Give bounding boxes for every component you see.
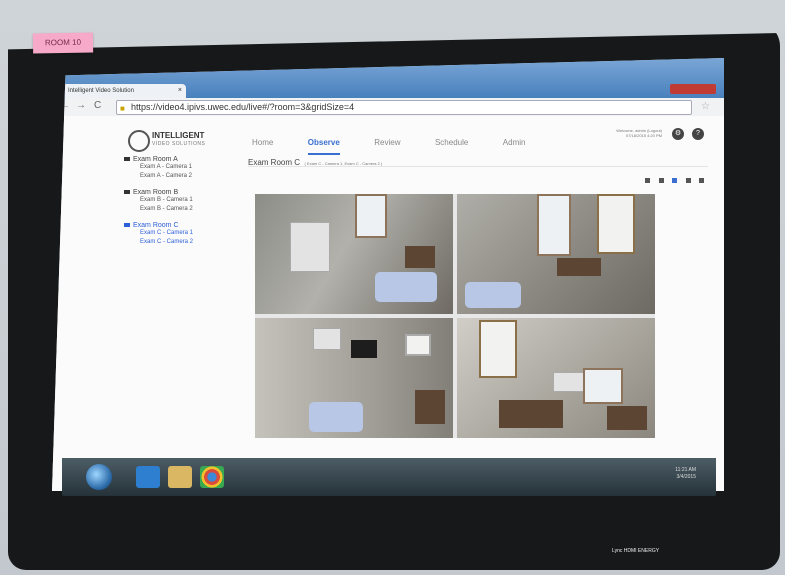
camera-item[interactable]: Exam C - Camera 2 bbox=[124, 238, 234, 247]
cabinet bbox=[607, 406, 647, 430]
page-subtitle: ( Exam C - Camera 1, Exam C - Camera 2 ) bbox=[304, 161, 383, 166]
camera-item[interactable]: Exam B - Camera 1 bbox=[124, 196, 234, 205]
cabinet bbox=[415, 390, 445, 424]
bezel-labels: Lync HDMI ENERGY bbox=[612, 548, 660, 554]
room-window bbox=[537, 194, 571, 256]
forward-icon[interactable]: → bbox=[76, 100, 86, 111]
lock-icon: ■ bbox=[120, 104, 125, 113]
whiteboard bbox=[597, 194, 635, 254]
nav-review[interactable]: Review bbox=[374, 138, 400, 147]
nav-schedule[interactable]: Schedule bbox=[435, 138, 468, 147]
logo-mark-icon bbox=[128, 130, 150, 152]
camera-feed-1[interactable] bbox=[255, 194, 453, 314]
camera-feed-2[interactable] bbox=[457, 194, 655, 314]
address-row: ← → C ■ https://video4.ipivs.uwec.edu/li… bbox=[52, 98, 724, 117]
layout-6-icon[interactable] bbox=[685, 178, 691, 183]
room-sidebar: Exam Room A Exam A - Camera 1 Exam A - C… bbox=[124, 156, 234, 255]
hospital-bed bbox=[375, 272, 437, 302]
browser-tab[interactable]: Intelligent Video Solution × bbox=[62, 84, 186, 98]
reload-icon[interactable]: C bbox=[94, 100, 101, 111]
room-label: Exam Room C bbox=[133, 222, 179, 229]
internet-explorer-icon[interactable] bbox=[136, 466, 160, 488]
fullscreen-icon[interactable] bbox=[699, 178, 704, 183]
camera-item[interactable]: Exam A - Camera 2 bbox=[124, 172, 234, 181]
camera-grid bbox=[255, 194, 655, 438]
logo-title: INTELLIGENT bbox=[152, 131, 205, 140]
camera-icon bbox=[124, 157, 130, 162]
camera-item[interactable]: Exam C - Camera 1 bbox=[124, 229, 234, 238]
file-explorer-icon[interactable] bbox=[168, 466, 192, 488]
room-sticky-note: ROOM 10 bbox=[32, 32, 94, 54]
cabinet bbox=[405, 246, 435, 268]
screen: Intelligent Video Solution × ← → C ■ htt… bbox=[52, 58, 724, 491]
equipment bbox=[553, 372, 585, 392]
url-bar[interactable]: ■ https://video4.ipivs.uwec.edu/live#/?r… bbox=[116, 100, 692, 115]
logo: INTELLIGENT VIDEO SOLUTIONS bbox=[128, 128, 208, 152]
start-button[interactable] bbox=[86, 464, 112, 490]
url-text: https://video4.ipivs.uwec.edu/live#/?roo… bbox=[131, 102, 355, 112]
layout-2-icon[interactable] bbox=[658, 178, 664, 183]
grid-view-controls bbox=[641, 170, 704, 188]
room-group-a: Exam Room A Exam A - Camera 1 Exam A - C… bbox=[124, 156, 234, 181]
tv-monitor bbox=[351, 340, 377, 358]
room-item-c[interactable]: Exam Room C bbox=[124, 222, 234, 229]
room-window bbox=[355, 194, 387, 238]
medical-cart bbox=[290, 222, 330, 272]
clock-date: 3/4/2015 bbox=[676, 474, 696, 480]
layout-1-icon[interactable] bbox=[645, 178, 651, 183]
room-group-c: Exam Room C Exam C - Camera 1 Exam C - C… bbox=[124, 222, 234, 247]
logo-subtitle: VIDEO SOLUTIONS bbox=[152, 141, 206, 147]
whiteboard bbox=[479, 320, 517, 378]
nav-admin[interactable]: Admin bbox=[503, 138, 526, 147]
camera-feed-4[interactable] bbox=[457, 318, 655, 438]
app-area: INTELLIGENT VIDEO SOLUTIONS Home Observe… bbox=[52, 116, 724, 491]
window-controls[interactable] bbox=[670, 84, 716, 94]
windows-taskbar: 11:21 AM 3/4/2015 bbox=[62, 458, 716, 496]
camera-feed-3[interactable] bbox=[255, 318, 453, 438]
welcome-datetime: 07/18/2015 4:20 PM bbox=[625, 133, 662, 138]
desk bbox=[557, 258, 601, 276]
tab-title: Intelligent Video Solution bbox=[68, 88, 134, 94]
hospital-bed bbox=[465, 282, 521, 308]
camera-icon bbox=[124, 223, 130, 228]
main-header: Exam Room C ( Exam C - Camera 1, Exam C … bbox=[248, 152, 708, 167]
nav-home[interactable]: Home bbox=[252, 138, 273, 147]
room-item-a[interactable]: Exam Room A bbox=[124, 156, 234, 163]
camera-icon bbox=[124, 190, 130, 195]
system-tray-clock[interactable]: 11:21 AM 3/4/2015 bbox=[675, 467, 696, 481]
help-icon[interactable]: ? bbox=[692, 128, 704, 140]
camera-item[interactable]: Exam A - Camera 1 bbox=[124, 163, 234, 172]
settings-icon[interactable]: ⚙ bbox=[672, 128, 684, 140]
wall-cabinet bbox=[405, 334, 431, 356]
room-window bbox=[583, 368, 623, 404]
exam-table bbox=[499, 400, 563, 428]
close-icon[interactable]: × bbox=[178, 84, 182, 98]
layout-4-icon[interactable] bbox=[672, 178, 678, 183]
bookmark-star-icon[interactable]: ☆ bbox=[701, 101, 710, 112]
clock-time: 11:21 AM bbox=[675, 467, 696, 473]
room-label: Exam Room A bbox=[133, 156, 178, 163]
wall-monitor-unit bbox=[313, 328, 341, 350]
room-item-b[interactable]: Exam Room B bbox=[124, 189, 234, 196]
hospital-bed bbox=[309, 402, 363, 432]
page-title: Exam Room C bbox=[248, 158, 301, 167]
chrome-icon[interactable] bbox=[200, 466, 224, 488]
room-group-b: Exam Room B Exam B - Camera 1 Exam B - C… bbox=[124, 189, 234, 214]
welcome-text: Welcome, admin (Logout) 07/18/2015 4:20 … bbox=[616, 128, 662, 138]
room-label: Exam Room B bbox=[133, 189, 179, 196]
camera-item[interactable]: Exam B - Camera 2 bbox=[124, 205, 234, 214]
